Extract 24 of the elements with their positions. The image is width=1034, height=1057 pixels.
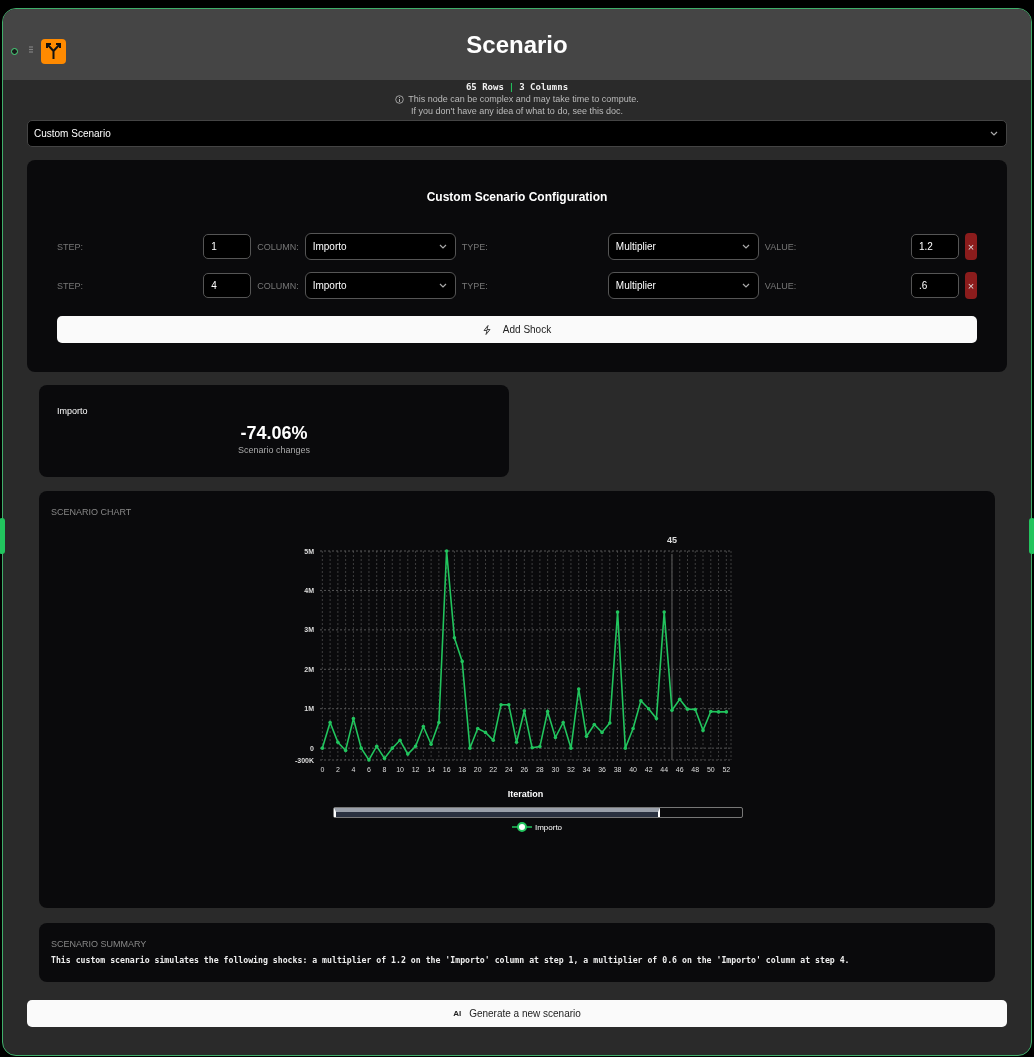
help-text: If you don't have any idea of what to do, see this doc.	[411, 106, 623, 116]
chart-title: SCENARIO CHART	[51, 507, 133, 517]
separator: |	[508, 82, 515, 92]
config-title: Custom Scenario Configuration	[425, 190, 609, 204]
field-label: VALUE:	[764, 280, 798, 291]
field-label: COLUMN:	[257, 241, 299, 252]
metric-value: -74.06%	[239, 423, 309, 444]
row-count: 65 Rows	[465, 82, 504, 92]
ai-icon: AI	[453, 1009, 462, 1018]
metric-label: Importo	[57, 406, 89, 416]
node-title: Scenario	[465, 30, 569, 59]
field-label: STEP:	[57, 280, 84, 291]
field-label: VALUE:	[764, 241, 798, 252]
field-label: TYPE:	[461, 280, 489, 291]
notice-text: This node can be complex and may take time to compute.	[408, 94, 639, 104]
x-axis-title: Iteration	[507, 789, 544, 799]
hover-label: 45	[666, 535, 677, 545]
column-count: 3 Columns	[519, 82, 569, 92]
field-label: TYPE:	[461, 241, 489, 252]
summary-title: SCENARIO SUMMARY	[51, 939, 148, 949]
field-label: STEP:	[57, 241, 84, 252]
field-label: COLUMN:	[257, 280, 299, 291]
summary-text: This custom scenario simulates the following shocks: a multiplier of 1.2 on the 'Importo' column at step 1, a multiplier of 0.6 on the 'Importo' column at step 4.	[51, 955, 851, 965]
metric-caption: Scenario changes	[236, 445, 312, 455]
